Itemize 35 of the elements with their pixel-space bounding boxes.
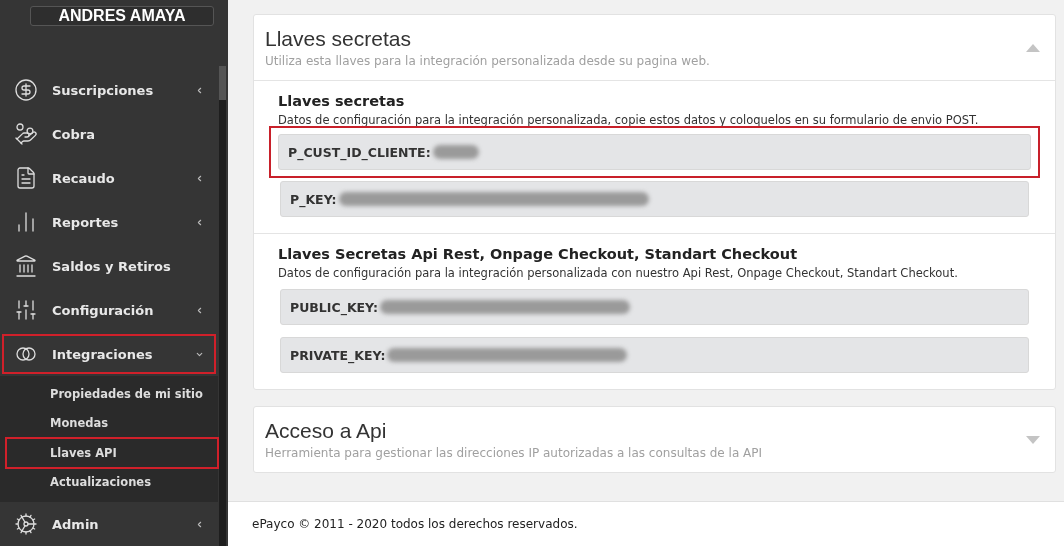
card-subtitle: Herramienta para gestionar las direcciones IP autorizadas a las consultas de la API xyxy=(265,446,764,460)
sidebar-item[interactable]: Saldos y Retiros xyxy=(0,244,218,288)
key-field[interactable]: PRIVATE_KEY: xyxy=(280,337,1029,373)
user-name-badge[interactable]: ANDRES AMAYA xyxy=(30,6,214,26)
sidebar-item[interactable]: Suscripciones xyxy=(0,68,218,112)
footer-text: ePayco © 2011 - 2020 todos los derechos reservados. xyxy=(228,501,1064,546)
sidebar-item[interactable]: Integraciones xyxy=(0,332,218,376)
key-field[interactable]: PUBLIC_KEY: xyxy=(280,289,1029,325)
sidebar-item[interactable]: Recaudo xyxy=(0,156,218,200)
bank-icon xyxy=(14,254,38,278)
section-heading: Llaves secretas xyxy=(278,93,406,109)
key-field[interactable]: P_CUST_ID_CLIENTE: xyxy=(278,134,1031,170)
expand-triangle-icon[interactable] xyxy=(1025,434,1041,445)
submenu-item[interactable]: Llaves API xyxy=(6,438,218,468)
card-title: Llaves secretas xyxy=(265,27,412,51)
sidebar-item[interactable]: Admin xyxy=(0,502,218,546)
dollar-circle-icon xyxy=(14,78,38,102)
hand-coins-icon xyxy=(14,122,38,146)
key-field[interactable]: P_KEY: xyxy=(280,181,1029,217)
submenu-item[interactable]: Actualizaciones xyxy=(6,467,218,497)
card-title: Acceso a Api xyxy=(265,419,388,443)
sliders-icon xyxy=(14,298,38,322)
sidebar-item[interactable]: Reportes xyxy=(0,200,218,244)
section-heading: Llaves Secretas Api Rest, Onpage Checkout, Standart Checkout xyxy=(278,246,799,262)
collapse-triangle-icon[interactable] xyxy=(1025,42,1041,53)
submenu-item[interactable]: Propiedades de mi sitio xyxy=(6,379,218,409)
redaction-mark xyxy=(432,145,479,159)
submenu-item[interactable]: Monedas xyxy=(6,408,218,438)
document-icon xyxy=(14,166,38,190)
card-subtitle: Utiliza esta llaves para la integración personalizada desde su pagina web. xyxy=(265,54,711,68)
scrollbar[interactable] xyxy=(219,66,226,546)
section-description: Datos de configuración para la integración personalizada con nuestro Api Rest, Onpage Checkout, Standart Checkout. xyxy=(278,266,959,280)
sidebar-item[interactable]: Configuración xyxy=(0,288,218,332)
gear-icon xyxy=(14,512,38,536)
sidebar-item[interactable]: Cobra xyxy=(0,112,218,156)
